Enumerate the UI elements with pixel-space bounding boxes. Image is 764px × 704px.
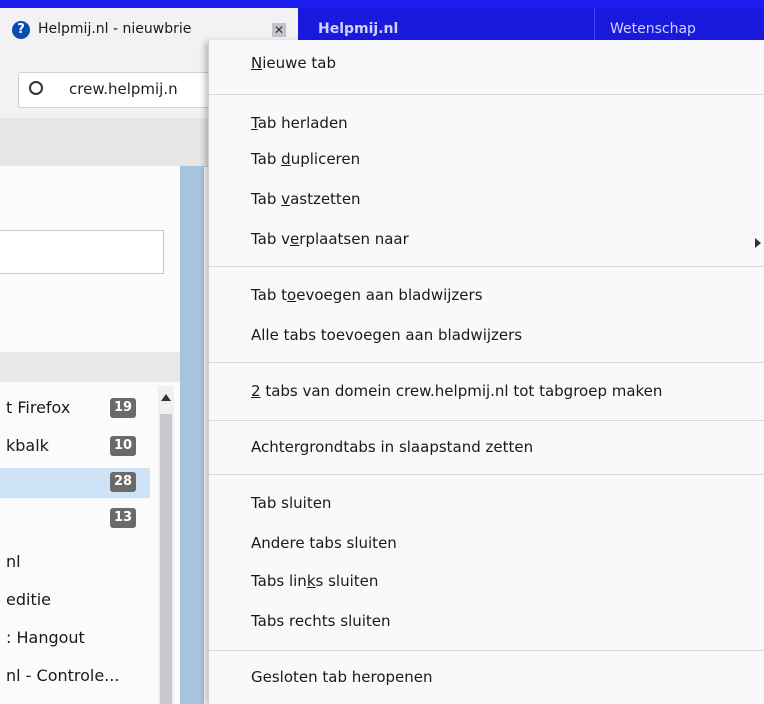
count-badge: 10: [110, 436, 136, 456]
menu-item-close-tab[interactable]: Tab sluiten: [251, 494, 331, 512]
count-badge: 19: [110, 398, 136, 418]
help-icon: ?: [12, 21, 30, 39]
count-badge: 28: [110, 472, 136, 492]
access-key: 2: [251, 382, 261, 400]
menu-separator: [209, 650, 764, 651]
site-info-icon[interactable]: [29, 81, 43, 95]
access-key: e: [290, 230, 300, 248]
scroll-thumb[interactable]: [160, 414, 172, 704]
page-content-edge: [180, 166, 204, 704]
submenu-arrow-icon: [755, 238, 761, 248]
menu-item-move-tab[interactable]: Tab verplaatsen naar: [251, 230, 409, 248]
count-badge: 13: [110, 508, 136, 528]
close-icon[interactable]: ✕: [272, 23, 286, 37]
menu-item-reopen-closed-tab[interactable]: Gesloten tab heropenen: [251, 668, 433, 686]
menu-separator: [209, 420, 764, 421]
tab-title: Helpmij.nl - nieuwbrie: [38, 21, 192, 37]
menu-separator: [209, 94, 764, 95]
access-key: k: [306, 572, 316, 590]
menu-item-sleep-tabs[interactable]: Achtergrondtabs in slaapstand zetten: [251, 438, 533, 456]
menu-item-close-right-tabs[interactable]: Tabs rechts sluiten: [251, 612, 391, 630]
tab-wetenschap[interactable]: Wetenschap: [610, 21, 760, 37]
list-item[interactable]: editie: [6, 590, 51, 609]
menu-item-pin-tab[interactable]: Tab vastzetten: [251, 190, 361, 208]
access-key: v: [281, 190, 291, 208]
menu-item-duplicate-tab[interactable]: Tab dupliceren: [251, 150, 360, 168]
list-item[interactable]: t Firefox: [6, 398, 70, 417]
menu-item-reload-tab[interactable]: Tab herladen: [251, 114, 348, 132]
list-item[interactable]: : Hangout: [6, 628, 85, 647]
menu-item-bookmark-tab[interactable]: Tab toevoegen aan bladwijzers: [251, 286, 483, 304]
sidebar-scrollbar[interactable]: [158, 386, 174, 704]
menu-item-bookmark-all-tabs[interactable]: Alle tabs toevoegen aan bladwijzers: [251, 326, 522, 344]
url-text: crew.helpmij.n: [69, 80, 178, 98]
list-item[interactable]: nl - Controle...: [6, 666, 119, 685]
access-key: T: [251, 114, 258, 132]
menu-item-new-tab[interactable]: Nieuwe tab: [251, 54, 336, 72]
sidebar-search-input[interactable]: [0, 230, 164, 274]
sidebar-header: [0, 352, 180, 382]
list-item[interactable]: nl: [6, 552, 21, 571]
tab-helpmij[interactable]: Helpmij.nl: [318, 21, 518, 37]
menu-item-close-other-tabs[interactable]: Andere tabs sluiten: [251, 534, 397, 552]
menu-item-group-tabs[interactable]: 2 tabs van domein crew.helpmij.nl tot ta…: [251, 382, 662, 400]
tab-sidebar: t Firefox 19 kbalk 10 28 13 nl editie : …: [0, 166, 180, 704]
tab-context-menu: Nieuwe tab Tab herladen Tab dupliceren T…: [208, 40, 764, 704]
window-titlebar: [0, 0, 764, 8]
access-key: o: [287, 286, 297, 304]
menu-separator: [209, 362, 764, 363]
access-key: N: [251, 54, 263, 72]
access-key: d: [281, 150, 291, 168]
menu-item-close-left-tabs[interactable]: Tabs links sluiten: [251, 572, 378, 590]
menu-separator: [209, 266, 764, 267]
scroll-up-icon[interactable]: [161, 394, 171, 401]
menu-separator: [209, 474, 764, 475]
list-item[interactable]: kbalk: [6, 436, 49, 455]
